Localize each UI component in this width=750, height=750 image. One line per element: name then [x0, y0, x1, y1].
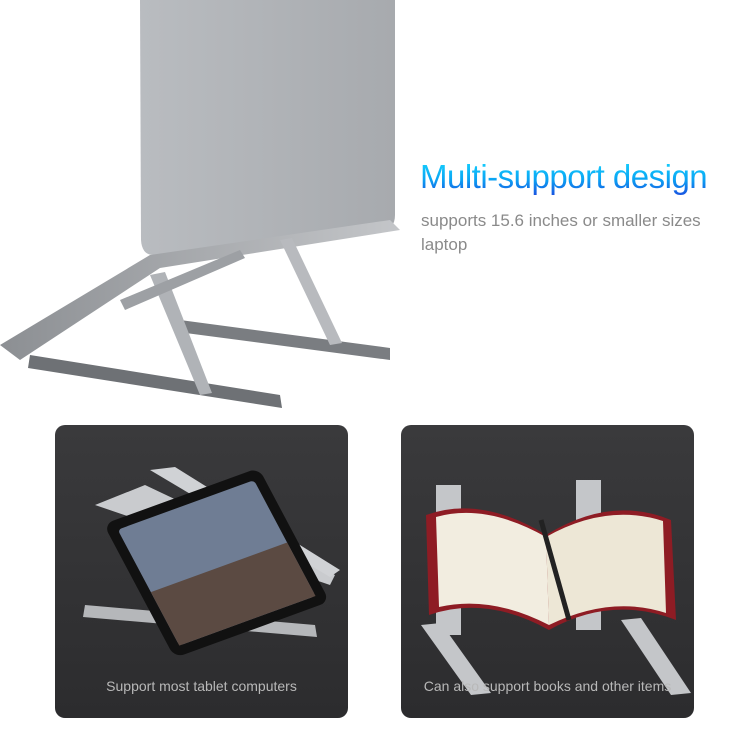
subtitle: supports 15.6 inches or smaller sizes la…: [421, 211, 701, 254]
laptop-on-stand-image: [0, 0, 400, 408]
book-caption: Can also support books and other items: [423, 678, 672, 694]
tablet-caption: Support most tablet computers: [106, 678, 297, 694]
book-panel: Can also support books and other items: [401, 425, 694, 718]
headline: Multi-support design: [420, 158, 708, 195]
book-on-stand-image: [421, 480, 691, 695]
tablet-panel: Support most tablet computers: [55, 425, 348, 718]
tablet-on-stand-image: [83, 467, 340, 656]
